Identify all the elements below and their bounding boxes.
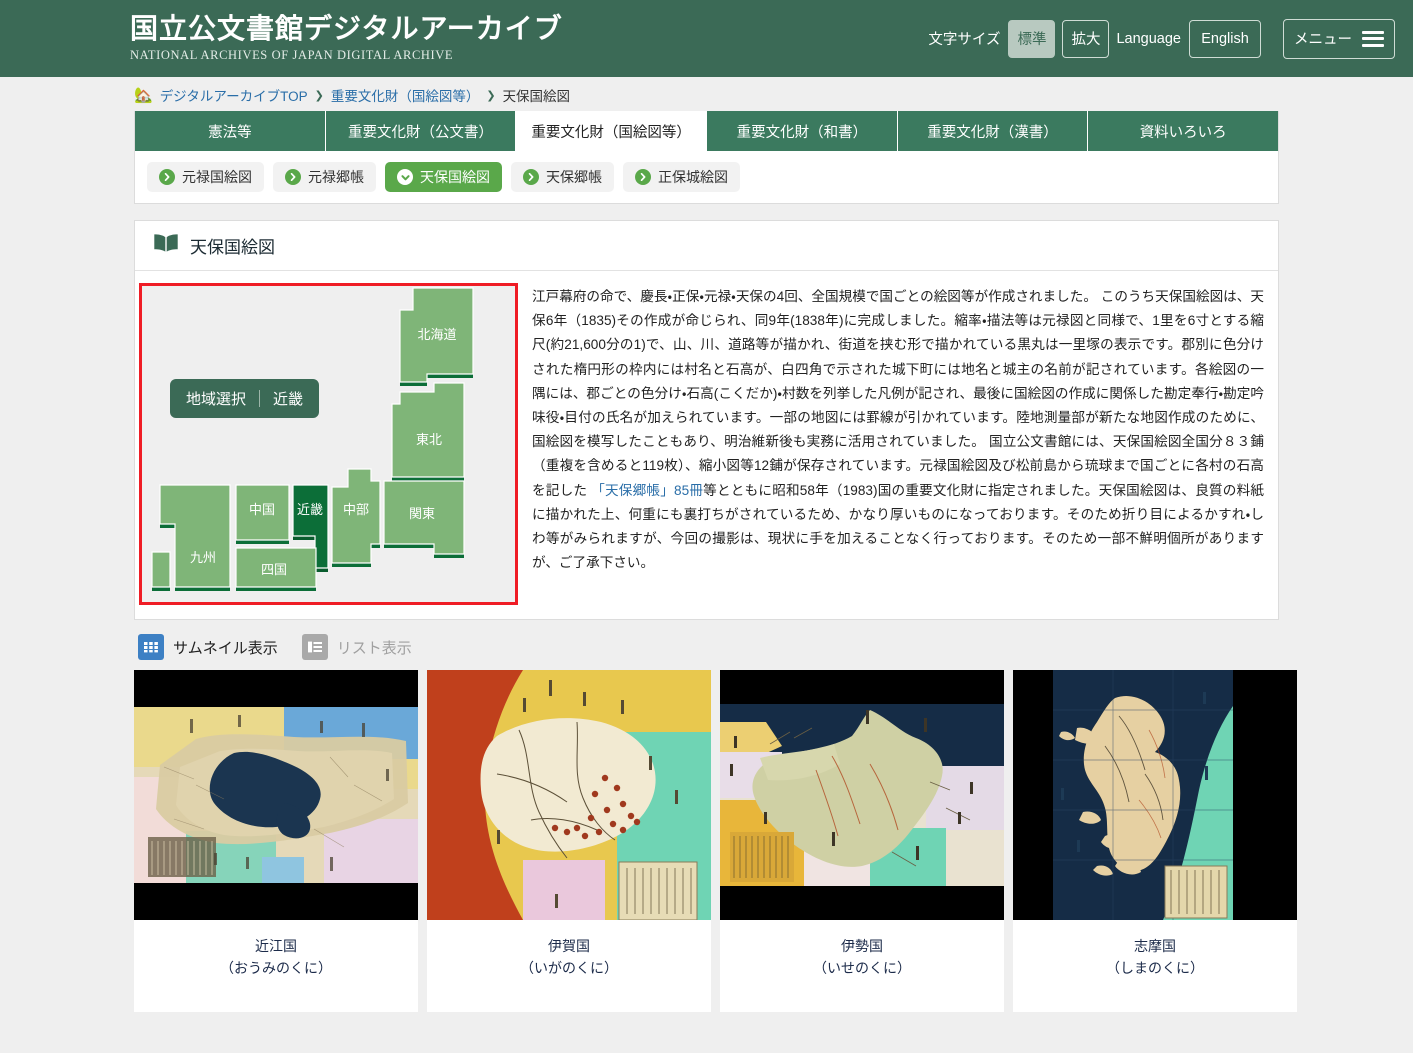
language-english-button[interactable]: English (1189, 19, 1261, 58)
chevron-right-circle-icon (635, 169, 651, 185)
region-selected-chip: 地域選択 近畿 (170, 379, 320, 418)
breadcrumb-item-current: 天保国絵図 (502, 89, 571, 104)
card-caption: 伊賀国 （いがのくに） (427, 920, 711, 1012)
home-icon[interactable]: 🏡 (134, 88, 153, 103)
text-size-label: 文字サイズ (928, 32, 1001, 48)
region-map[interactable]: 北海道 東北 関東 中部 近畿 中国 四国 九州 地域選択 近畿 (139, 283, 518, 605)
subtab-genroku-goucho[interactable]: 元禄郷帳 (273, 162, 376, 192)
region-tohoku[interactable]: 東北 (391, 382, 465, 481)
thumbnail-view-button[interactable]: サムネイル表示 (138, 634, 278, 660)
card-reading: （おうみのくに） (220, 959, 332, 976)
menu-button[interactable]: メニュー (1283, 18, 1395, 59)
breadcrumb-separator-icon: ❯ (486, 89, 496, 102)
region-chubu[interactable]: 中部 (331, 468, 381, 567)
chip-divider (259, 390, 261, 407)
card-caption: 志摩国 （しまのくに） (1013, 920, 1297, 1012)
description-part-1: 江戸幕府の命で、慶長・正保・元禄・天保の4回、全国規模で国ごとの絵図等が作成され… (532, 289, 1264, 498)
open-book-icon (153, 233, 179, 258)
region-selector-label: 地域選択 (186, 391, 247, 408)
content-section: 天保国絵図 北海道 東北 関東 中部 近畿 中国 四国 九州 地域選択 近畿 江… (134, 220, 1279, 620)
region-selected-value: 近畿 (273, 391, 304, 408)
text-size-normal-button[interactable]: 標準 (1008, 19, 1056, 58)
list-view-label: リスト表示 (336, 639, 412, 657)
shima-map-thumbnail[interactable] (1013, 670, 1297, 920)
site-header: 国立公文書館デジタルアーカイブ NATIONAL ARCHIVES OF JAP… (0, 0, 1413, 77)
subtab-label: 天保郷帳 (546, 169, 602, 185)
region-hokkaido[interactable]: 北海道 (399, 287, 474, 386)
hamburger-icon (1362, 27, 1384, 50)
subtab-label: 元禄郷帳 (308, 169, 364, 185)
chevron-down-circle-icon (397, 169, 413, 185)
subtab-label: 正保城絵図 (658, 169, 728, 185)
card-title: 近江国 (255, 938, 297, 954)
region-kyushu-islet[interactable] (151, 551, 171, 591)
region-chugoku[interactable]: 中国 (235, 484, 290, 544)
card-reading: （しまのくに） (1106, 959, 1204, 976)
menu-button-label: メニュー (1294, 32, 1352, 48)
list-icon (301, 634, 328, 660)
primary-tabs: 憲法等 重要文化財（公文書） 重要文化財（国絵図等） 重要文化財（和書） 重要文… (135, 111, 1279, 151)
card-shima[interactable]: 志摩国 （しまのくに） (1013, 670, 1297, 1012)
card-reading: （いがのくに） (520, 959, 618, 976)
breadcrumb-item-top[interactable]: デジタルアーカイブTOP (160, 85, 308, 105)
logo-title-en: NATIONAL ARCHIVES OF JAPAN DIGITAL ARCHI… (130, 47, 454, 62)
card-title: 伊勢国 (841, 938, 883, 954)
breadcrumb-item-category[interactable]: 重要文化財（国絵図等） (331, 85, 480, 105)
tab-kenpou[interactable]: 憲法等 (135, 111, 326, 151)
text-size-large-button[interactable]: 拡大 (1062, 19, 1110, 58)
card-reading: （いせのくに） (813, 959, 911, 976)
chevron-right-circle-icon (523, 169, 539, 185)
tab-washo[interactable]: 重要文化財（和書） (707, 111, 898, 151)
chevron-right-circle-icon (159, 169, 175, 185)
breadcrumb-separator-icon: ❯ (314, 89, 324, 102)
grid-icon (138, 634, 164, 660)
iga-map-thumbnail[interactable] (427, 670, 711, 920)
subtab-label: 元禄国絵図 (182, 169, 252, 185)
list-view-button[interactable]: リスト表示 (301, 634, 412, 660)
card-caption: 伊勢国 （いせのくに） (720, 920, 1004, 1012)
ise-map-thumbnail[interactable] (720, 670, 1004, 920)
subtab-label: 天保国絵図 (420, 169, 490, 185)
subtab-tenpo-goucho[interactable]: 天保郷帳 (511, 162, 614, 192)
tab-kansho[interactable]: 重要文化財（漢書） (897, 111, 1089, 151)
thumbnail-view-label: サムネイル表示 (173, 639, 278, 657)
tab-shiryou-iroiro[interactable]: 資料いろいろ (1088, 111, 1279, 151)
breadcrumb: 🏡 デジタルアーカイブTOP ❯ 重要文化財（国絵図等） ❯ 天保国絵図 (0, 77, 1413, 111)
subtab-genroku-kuniezu[interactable]: 元禄国絵図 (147, 162, 264, 192)
section-header: 天保国絵図 (135, 221, 1278, 271)
logo-title-ja: 国立公文書館デジタルアーカイブ (130, 12, 563, 46)
tab-koubunsho[interactable]: 重要文化財（公文書） (325, 111, 517, 151)
card-title: 伊賀国 (548, 938, 590, 954)
subtab-shoho-shiroezu[interactable]: 正保城絵図 (623, 162, 740, 192)
card-ise[interactable]: 伊勢国 （いせのくに） (720, 670, 1004, 1012)
view-toggle-bar: サムネイル表示 リスト表示 (134, 626, 1279, 670)
section-description: 江戸幕府の命で、慶長・正保・元禄・天保の4回、全国規模で国ごとの絵図等が作成され… (532, 283, 1264, 605)
chevron-right-circle-icon (285, 169, 301, 185)
tab-panel: 憲法等 重要文化財（公文書） 重要文化財（国絵図等） 重要文化財（和書） 重要文… (134, 111, 1279, 204)
region-map-svg: 北海道 東北 関東 中部 近畿 中国 四国 九州 (151, 287, 474, 591)
card-title: 志摩国 (1134, 938, 1176, 954)
language-label: Language (1116, 30, 1181, 47)
card-caption: 近江国 （おうみのくに） (134, 920, 418, 1012)
region-kanto[interactable]: 関東 (383, 480, 465, 558)
tab-kuniezu[interactable]: 重要文化財（国絵図等） (516, 111, 708, 151)
card-iga[interactable]: 伊賀国 （いがのくに） (427, 670, 711, 1012)
thumbnail-grid: 近江国 （おうみのくに） 伊賀国 （いがのくに） 伊勢国 （いせのくに） 志摩国… (134, 670, 1297, 1012)
tenpo-goucho-link[interactable]: 「天保郷帳」85冊 (591, 483, 703, 498)
section-title: 天保国絵図 (190, 238, 275, 257)
subtab-tenpo-kuniezu[interactable]: 天保国絵図 (385, 162, 502, 192)
secondary-tabs: 元禄国絵図 元禄郷帳 天保国絵図 天保郷帳 正保城絵図 (135, 151, 1278, 203)
site-logo[interactable]: 国立公文書館デジタルアーカイブ NATIONAL ARCHIVES OF JAP… (130, 12, 563, 63)
region-shikoku[interactable]: 四国 (235, 547, 317, 591)
section-body: 北海道 東北 関東 中部 近畿 中国 四国 九州 地域選択 近畿 江戸幕府の命で… (135, 271, 1278, 619)
omi-map-thumbnail[interactable] (134, 670, 418, 920)
card-omi[interactable]: 近江国 （おうみのくに） (134, 670, 418, 1012)
header-tools: 文字サイズ 標準 拡大 Language English メニュー (928, 18, 1395, 59)
